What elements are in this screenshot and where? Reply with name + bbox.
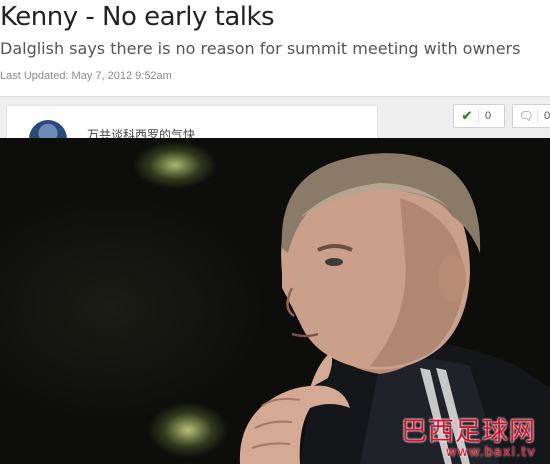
check-icon: ✔	[461, 108, 473, 123]
site-watermark: 巴西足球网 www.baxi.tv	[401, 418, 536, 460]
article-page: Kenny - No early talks Dalglish says the…	[0, 0, 550, 464]
speech-bubble-icon: 🗨	[518, 109, 534, 123]
divider	[478, 109, 479, 123]
last-updated: Last Updated: May 7, 2012 9:52am	[0, 70, 172, 82]
like-button[interactable]: ✔ 0	[453, 104, 505, 128]
article-headline: Kenny - No early talks	[0, 2, 275, 32]
watermark-cn: 巴西足球网	[400, 417, 536, 447]
comment-button[interactable]: 🗨 0	[512, 104, 550, 128]
like-count: 0	[485, 110, 492, 122]
portrait-illustration	[239, 153, 550, 464]
divider	[537, 109, 538, 123]
watermark-url: www.baxi.tv	[445, 445, 536, 460]
comment-count: 0	[544, 110, 550, 122]
article-standfirst: Dalglish says there is no reason for sum…	[0, 39, 521, 58]
article-photo: 巴西足球网 www.baxi.tv	[0, 138, 550, 464]
author-card: 万共谈科西罗的气快	[6, 105, 378, 141]
